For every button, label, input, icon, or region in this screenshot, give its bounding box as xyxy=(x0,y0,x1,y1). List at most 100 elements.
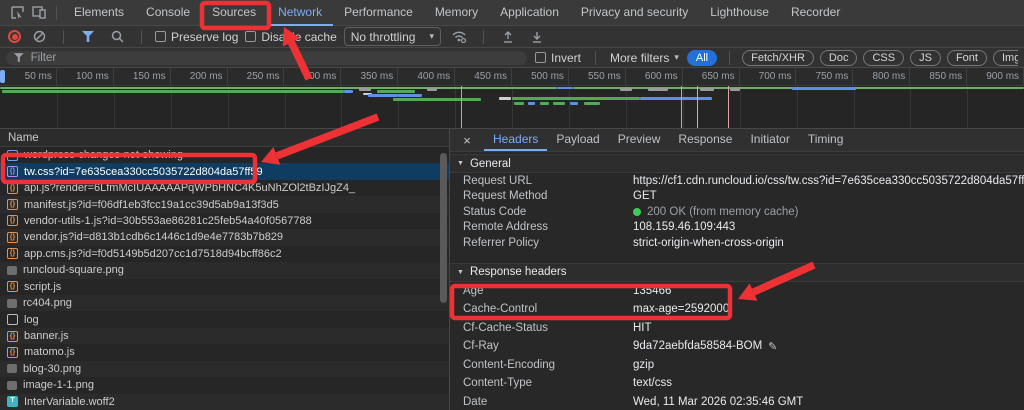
chip-all[interactable]: All xyxy=(687,50,717,66)
invert-checkbox[interactable]: Invert xyxy=(535,51,581,65)
preserve-log-checkbox[interactable]: Preserve log xyxy=(155,30,238,44)
tab-console[interactable]: Console xyxy=(135,0,201,26)
filter-funnel-icon[interactable] xyxy=(77,27,99,47)
tab-sources[interactable]: Sources xyxy=(201,0,267,26)
filter-pill xyxy=(6,51,527,65)
tab-performance[interactable]: Performance xyxy=(333,0,424,26)
devtools-tabbar: ElementsConsoleSourcesNetworkPerformance… xyxy=(0,0,1024,26)
name-column-header[interactable]: Name xyxy=(0,129,449,147)
tab-privacy-and-security[interactable]: Privacy and security xyxy=(570,0,699,26)
request-row[interactable]: blog-30.png xyxy=(0,361,449,377)
request-row[interactable]: {}api.js?render=6LfmMcIUAAAAAPqWPbHNC4K5… xyxy=(0,180,449,196)
request-name: vendor-utils-1.js?id=30b553ae86281c25feb… xyxy=(24,215,312,227)
scrollbar-thumb[interactable] xyxy=(440,153,447,303)
chip-js[interactable]: JS xyxy=(910,50,941,66)
header-row: Referrer Policystrict-origin-when-cross-… xyxy=(450,235,1024,251)
request-row[interactable]: image-1-1.png xyxy=(0,377,449,393)
section-header[interactable]: ▼Response headers xyxy=(450,263,1024,282)
css-file-icon: {} xyxy=(7,166,18,177)
inspect-element-icon[interactable] xyxy=(6,3,28,23)
js-file-icon: {} xyxy=(7,183,18,194)
js-file-icon: {} xyxy=(7,215,18,226)
event-marker-line xyxy=(728,86,729,128)
grid-line xyxy=(569,86,570,128)
request-row[interactable]: {}tw.css?id=7e635cea330cc5035722d804da57… xyxy=(0,163,449,179)
detail-tab-timing[interactable]: Timing xyxy=(799,129,853,151)
detail-tab-response[interactable]: Response xyxy=(669,129,741,151)
edit-pencil-icon[interactable]: ✎ xyxy=(768,340,777,353)
request-row[interactable]: runcloud-square.png xyxy=(0,262,449,278)
waterfall-bar xyxy=(393,98,481,101)
network-filter-bar: Invert More filters ▾ All Fetch/XHR Doc CSS… xyxy=(0,48,1024,68)
request-row[interactable]: {}vendor.js?id=d813b1cdb6c1446c1d9e4e778… xyxy=(0,229,449,245)
export-har-icon[interactable] xyxy=(526,27,548,47)
detail-tab-preview[interactable]: Preview xyxy=(609,129,670,151)
clear-icon[interactable] xyxy=(28,27,50,47)
disable-cache-checkbox[interactable]: Disable cache xyxy=(245,30,336,44)
waterfall-bar xyxy=(368,94,398,97)
request-row[interactable]: {}manifest.js?id=f06df1eb3fcc19a1cc39d5a… xyxy=(0,196,449,212)
ruler-tick: 550 ms xyxy=(569,68,626,85)
network-overview[interactable] xyxy=(0,86,1024,129)
ruler-tick: 800 ms xyxy=(853,68,910,85)
detail-tab-initiator[interactable]: Initiator xyxy=(741,129,798,151)
section-title: Response headers xyxy=(470,266,567,278)
section-general: ▼GeneralRequest URLhttps://cf1.cdn.runcl… xyxy=(450,154,1024,251)
tab-elements[interactable]: Elements xyxy=(63,0,135,26)
overview-handle[interactable] xyxy=(0,70,5,83)
request-row[interactable]: log xyxy=(0,311,449,327)
request-row[interactable]: rc404.png xyxy=(0,295,449,311)
divider xyxy=(729,51,730,65)
record-icon[interactable] xyxy=(8,30,21,43)
grid-line xyxy=(455,86,456,128)
header-name: Remote Address xyxy=(463,221,633,233)
grid-line xyxy=(626,86,627,128)
detail-tab-headers[interactable]: Headers xyxy=(484,129,547,151)
header-value: 200 OK (from memory cache) xyxy=(633,206,798,218)
waterfall-bar xyxy=(792,87,856,90)
network-conditions-icon[interactable] xyxy=(448,27,470,47)
waterfall-bar xyxy=(0,87,557,89)
tab-application[interactable]: Application xyxy=(489,0,570,26)
chip-doc[interactable]: Doc xyxy=(820,50,858,66)
import-har-icon[interactable] xyxy=(497,27,519,47)
tab-memory[interactable]: Memory xyxy=(424,0,489,26)
waterfall-bar xyxy=(427,88,437,91)
js-file-icon: {} xyxy=(7,248,18,259)
section-header[interactable]: ▼General xyxy=(450,154,1024,173)
device-toolbar-icon[interactable] xyxy=(28,3,50,23)
request-row[interactable]: TInterVariable.woff2 xyxy=(0,394,449,410)
event-marker-line xyxy=(461,86,462,128)
detail-tab-payload[interactable]: Payload xyxy=(547,129,608,151)
header-name: Content-Type xyxy=(463,377,633,389)
request-name: script.js xyxy=(24,281,61,293)
chip-fetch-xhr[interactable]: Fetch/XHR xyxy=(742,50,814,66)
request-row[interactable]: ≡wordpress-changes-not-showing xyxy=(0,147,449,163)
request-row[interactable]: {}app.cms.js?id=f0d5149b5d207cc1d7518d94… xyxy=(0,246,449,262)
request-row[interactable]: {} script.js xyxy=(0,279,449,295)
ruler-tick: 100 ms xyxy=(57,68,114,85)
filter-input[interactable] xyxy=(29,51,519,65)
tab-recorder[interactable]: Recorder xyxy=(780,0,851,26)
request-row[interactable]: {} vendor-utils-1.js?id=30b553ae86281c25f… xyxy=(0,213,449,229)
request-row[interactable]: {}banner.js xyxy=(0,328,449,344)
request-list-panel: Name ≡wordpress-changes-not-showing{}tw.… xyxy=(0,129,450,410)
close-icon[interactable]: × xyxy=(458,133,476,148)
header-name: Date xyxy=(463,396,633,408)
tab-lighthouse[interactable]: Lighthouse xyxy=(699,0,780,26)
tab-network[interactable]: Network xyxy=(267,0,333,26)
doc-file-icon: ≡ xyxy=(7,150,18,161)
more-filters-button[interactable]: More filters ▾ xyxy=(610,51,679,65)
chip-font[interactable]: Font xyxy=(947,50,987,66)
header-value: HIT xyxy=(633,322,652,334)
waterfall-bar xyxy=(359,88,371,91)
throttling-select[interactable]: No throttling ▾ xyxy=(344,27,441,46)
search-icon[interactable] xyxy=(106,27,128,47)
ruler-tick: 400 ms xyxy=(398,68,455,85)
ruler-tick: 600 ms xyxy=(626,68,683,85)
request-row[interactable]: {}matomo.js xyxy=(0,344,449,360)
chip-css[interactable]: CSS xyxy=(863,50,904,66)
chip-img[interactable]: Img xyxy=(993,50,1018,66)
js-file-icon: {} xyxy=(7,281,18,292)
header-row: DateWed, 11 Mar 2026 02:35:46 GMT xyxy=(450,393,1024,410)
